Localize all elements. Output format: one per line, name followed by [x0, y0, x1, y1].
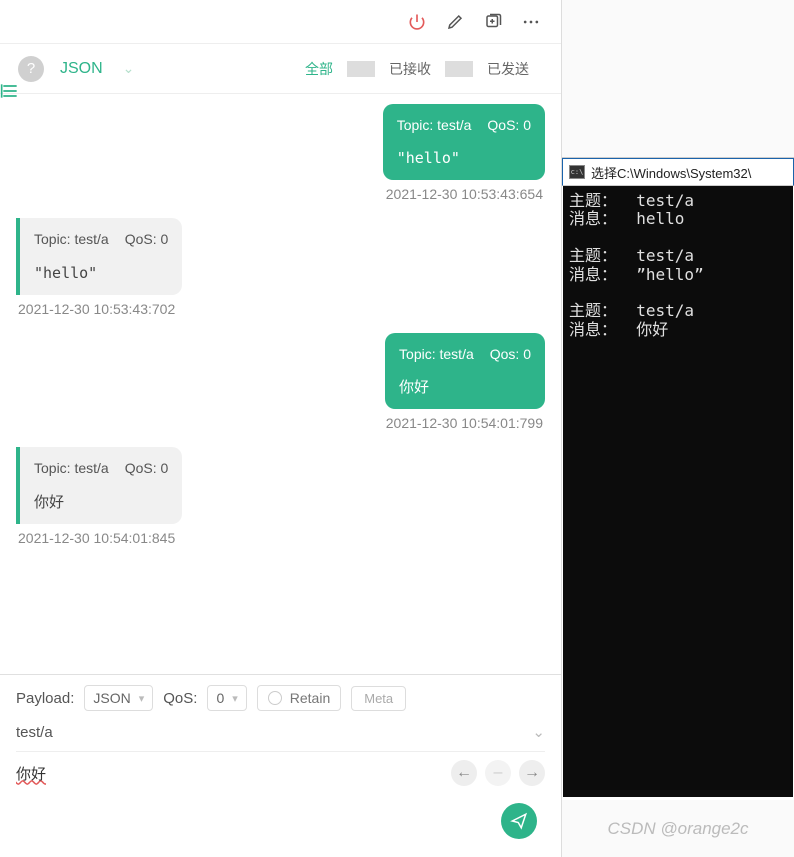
tab-sent[interactable]: 已发送	[473, 59, 543, 79]
message-header: Topic: test/aQoS: 0	[34, 228, 168, 250]
message-header: Topic: test/aQos: 0	[399, 343, 531, 365]
edit-icon[interactable]	[445, 12, 465, 32]
filter-tabs: 全部 已接收 已发送	[291, 59, 543, 79]
payload-label: Payload:	[16, 690, 74, 707]
message-row: Topic: test/aQoS: 0 你好 2021-12-30 10:54:01…	[16, 447, 545, 545]
prev-icon[interactable]: ←	[451, 760, 477, 786]
message-bubble[interactable]: Topic: test/aQoS: 0 "hello"	[383, 104, 545, 180]
message-body: "hello"	[34, 261, 168, 285]
dash-icon: –	[485, 760, 511, 786]
format-label: JSON	[60, 60, 103, 78]
cmd-icon	[569, 165, 585, 179]
message-timestamp: 2021-12-30 10:54:01:799	[384, 415, 545, 431]
history-nav: ← – →	[451, 760, 545, 786]
message-body: 你好	[399, 375, 531, 399]
next-icon[interactable]: →	[519, 760, 545, 786]
watermark: CSDN @orange2c	[607, 819, 748, 839]
message-header: Topic: test/aQoS: 0	[34, 457, 168, 479]
chevron-down-icon: ⌄	[532, 723, 545, 741]
top-toolbar	[0, 0, 561, 44]
mqtt-client-panel: ? JSON ⌄ 全部 已接收 已发送 Topic: test/aQoS: 0 "…	[0, 0, 562, 857]
message-row: Topic: test/aQos: 0 你好 2021-12-30 10:54:01…	[16, 333, 545, 431]
topic-input[interactable]: test/a ⌄	[16, 723, 545, 741]
message-body: 你好	[34, 490, 168, 514]
message-timestamp: 2021-12-30 10:54:01:845	[16, 530, 177, 546]
compose-area: Payload: JSON▾ QoS: 0▾ Retain Meta test/…	[0, 674, 561, 857]
message-row: Topic: test/aQoS: 0 "hello" 2021-12-30 10:…	[16, 218, 545, 316]
format-select[interactable]: JSON ⌄	[60, 60, 134, 78]
chevron-down-icon: ▾	[232, 692, 238, 705]
message-bubble[interactable]: Topic: test/aQos: 0 你好	[385, 333, 545, 409]
help-icon[interactable]: ?	[18, 56, 44, 82]
tab-all[interactable]: 全部	[291, 59, 347, 79]
payload-format-select[interactable]: JSON▾	[84, 685, 153, 711]
tab-received[interactable]: 已接收	[375, 59, 445, 79]
message-body: "hello"	[397, 146, 531, 170]
chevron-down-icon: ⌄	[123, 60, 135, 77]
qos-select[interactable]: 0▾	[207, 685, 246, 711]
power-icon[interactable]	[407, 12, 427, 32]
send-button[interactable]	[501, 803, 537, 839]
more-icon[interactable]	[521, 12, 541, 32]
message-timestamp: 2021-12-30 10:53:43:702	[16, 301, 177, 317]
retain-toggle[interactable]: Retain	[257, 685, 341, 711]
message-bubble[interactable]: Topic: test/aQoS: 0 "hello"	[16, 218, 182, 294]
new-window-icon[interactable]	[483, 12, 503, 32]
message-list: Topic: test/aQoS: 0 "hello" 2021-12-30 10:…	[0, 94, 561, 674]
browser-backdrop-bottom: CSDN @orange2c	[562, 800, 794, 857]
message-header: Topic: test/aQoS: 0	[397, 114, 531, 136]
meta-button[interactable]: Meta	[351, 686, 406, 711]
message-timestamp: 2021-12-30 10:53:43:654	[384, 186, 545, 202]
terminal-titlebar[interactable]: 选择C:\Windows\System32\	[562, 158, 794, 186]
radio-icon	[268, 691, 282, 705]
terminal-title: 选择C:\Windows\System32\	[591, 163, 751, 182]
chevron-down-icon: ▾	[139, 692, 145, 705]
message-filter-bar: ? JSON ⌄ 全部 已接收 已发送	[0, 44, 561, 94]
qos-label: QoS:	[163, 690, 197, 707]
compose-options: Payload: JSON▾ QoS: 0▾ Retain Meta	[16, 685, 545, 711]
payload-input[interactable]: 你好 ← – →	[16, 751, 545, 786]
browser-backdrop-top	[562, 0, 794, 158]
message-row: Topic: test/aQoS: 0 "hello" 2021-12-30 10:…	[16, 104, 545, 202]
collapse-handle-icon[interactable]	[0, 80, 22, 110]
message-bubble[interactable]: Topic: test/aQoS: 0 你好	[16, 447, 182, 523]
terminal-output[interactable]: 主题： test/a 消息： hello 主题： test/a 消息： ”hel…	[563, 186, 793, 797]
